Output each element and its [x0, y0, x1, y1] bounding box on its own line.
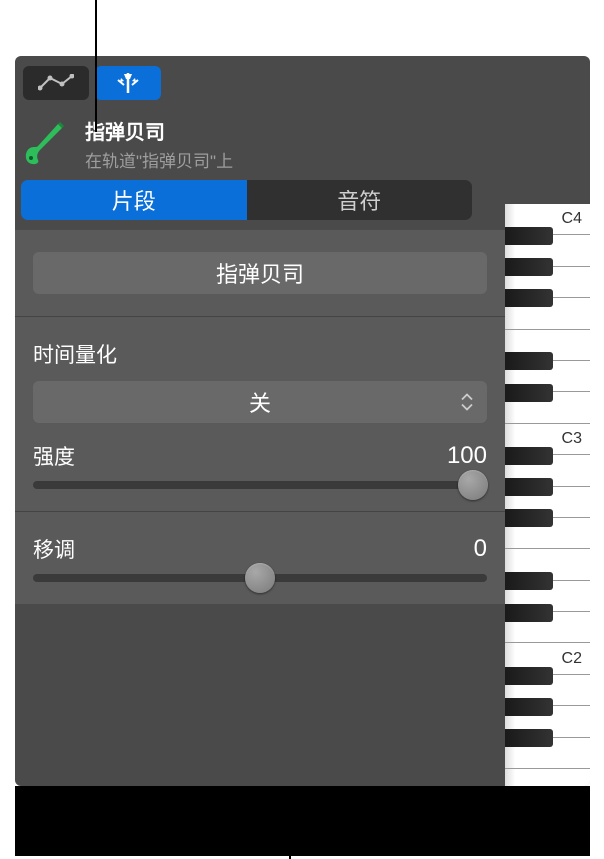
black-key[interactable]	[505, 698, 553, 716]
note-label-c3: C3	[562, 430, 582, 448]
chevron-updown-icon	[461, 394, 473, 411]
toolbar	[15, 56, 590, 110]
black-key[interactable]	[505, 572, 553, 590]
quantize-section: 时间量化 关 强度 100	[15, 317, 505, 512]
track-title: 指弹贝司	[85, 116, 233, 145]
region-name-section: 指弹贝司	[15, 230, 505, 317]
black-key[interactable]	[505, 667, 553, 685]
track-subtitle: 在轨道"指弹贝司"上	[85, 147, 233, 172]
transpose-value: 0	[474, 535, 487, 563]
transpose-row: 移调 0	[33, 534, 487, 564]
black-key[interactable]	[505, 289, 553, 307]
black-key[interactable]	[505, 729, 553, 747]
black-key[interactable]	[505, 509, 553, 527]
black-key[interactable]	[505, 352, 553, 370]
region-name-field[interactable]: 指弹贝司	[33, 252, 487, 294]
black-key[interactable]	[505, 478, 553, 496]
black-key[interactable]	[505, 227, 553, 245]
note-label-c4: C4	[562, 210, 582, 228]
piano-keyboard[interactable]: C4 C3 C2	[505, 204, 590, 786]
quantize-label: 时间量化	[33, 339, 487, 369]
quantize-value: 关	[249, 386, 271, 418]
transpose-section: 移调 0	[15, 512, 505, 604]
strength-value: 100	[447, 442, 487, 470]
catch-playhead-button[interactable]	[95, 66, 161, 100]
strength-slider[interactable]	[33, 481, 487, 489]
playhead-icon	[113, 71, 143, 95]
tabs: 片段 音符	[21, 180, 472, 220]
transpose-label: 移调	[33, 534, 75, 564]
note-label-c2: C2	[562, 650, 582, 668]
black-key[interactable]	[505, 604, 553, 622]
black-key[interactable]	[505, 384, 553, 402]
strength-row: 强度 100	[33, 441, 487, 471]
instrument-icon	[15, 117, 73, 171]
black-key[interactable]	[505, 447, 553, 465]
white-key[interactable]	[505, 769, 590, 786]
bottom-mask	[15, 786, 590, 856]
editor-panel: 指弹贝司 在轨道"指弹贝司"上 片段 音符 指弹贝司 时间量化 关 强度 100	[15, 56, 590, 786]
tab-segment[interactable]: 片段	[21, 180, 247, 220]
track-info: 指弹贝司 在轨道"指弹贝司"上	[85, 116, 233, 172]
strength-label: 强度	[33, 441, 75, 471]
black-key[interactable]	[505, 258, 553, 276]
automation-button[interactable]	[23, 66, 89, 100]
automation-icon	[38, 74, 74, 92]
strength-slider-thumb[interactable]	[458, 470, 488, 500]
transpose-slider-thumb[interactable]	[245, 563, 275, 593]
callout-line-top	[95, 0, 97, 132]
tab-note[interactable]: 音符	[247, 180, 473, 220]
transpose-slider[interactable]	[33, 574, 487, 582]
quantize-select[interactable]: 关	[33, 381, 487, 423]
callout-line-bottom	[289, 788, 291, 859]
panel-content: 指弹贝司 时间量化 关 强度 100 移调 0	[15, 230, 505, 604]
track-header: 指弹贝司 在轨道"指弹贝司"上	[15, 110, 590, 180]
